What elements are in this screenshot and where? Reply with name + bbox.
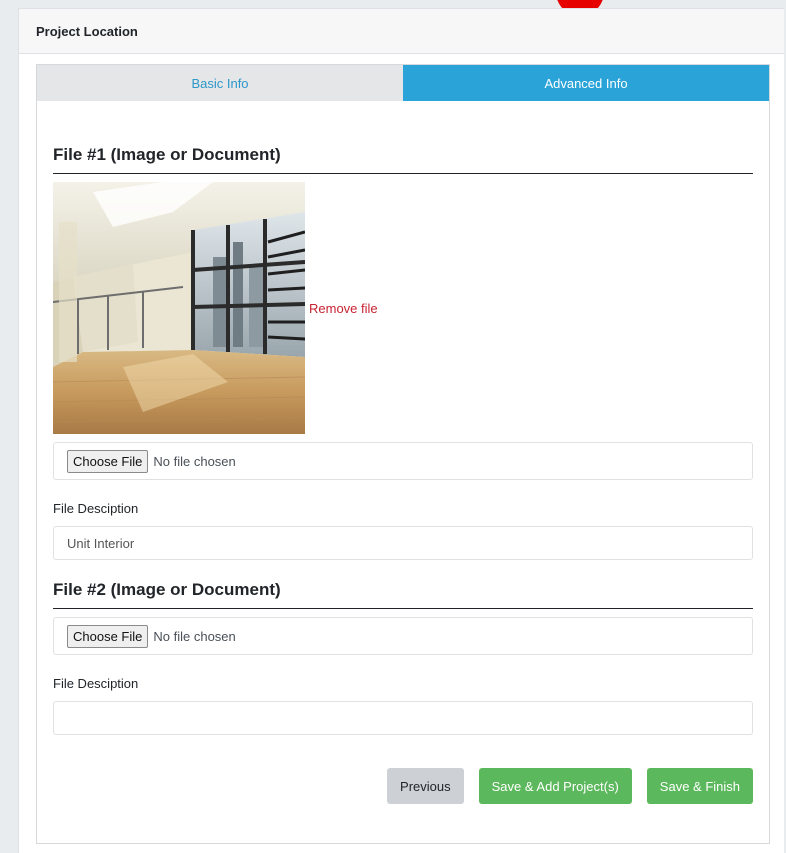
file-1-heading: File #1 (Image or Document) bbox=[53, 145, 753, 174]
file-1-description-label: File Desciption bbox=[53, 501, 139, 516]
tab-advanced-info[interactable]: Advanced Info bbox=[403, 65, 769, 101]
project-location-panel: Project Location Basic Info Advanced Inf… bbox=[18, 8, 784, 853]
save-finish-button[interactable]: Save & Finish bbox=[646, 768, 753, 804]
file-2-file-input[interactable]: Choose File No file chosen bbox=[53, 617, 753, 655]
file-1-choose-file-button[interactable]: Choose File bbox=[67, 449, 149, 473]
file-2-status-text: No file chosen bbox=[153, 628, 236, 644]
file-1-preview-row: Remove file bbox=[53, 182, 753, 434]
file-2-description-label: File Desciption bbox=[53, 676, 139, 691]
wizard-card: Basic Info Advanced Info File #1 (Image … bbox=[36, 64, 770, 844]
previous-button[interactable]: Previous bbox=[387, 768, 464, 804]
wizard-actions: Previous Save & Add Project(s) Save & Fi… bbox=[387, 768, 753, 804]
tab-basic-info[interactable]: Basic Info bbox=[37, 65, 403, 101]
file-2-description-input[interactable] bbox=[53, 701, 753, 735]
wizard-tabs: Basic Info Advanced Info bbox=[37, 65, 769, 101]
remove-file-link[interactable]: Remove file bbox=[309, 301, 378, 316]
file-2-choose-file-button[interactable]: Choose File bbox=[67, 624, 149, 648]
save-add-project-button[interactable]: Save & Add Project(s) bbox=[478, 768, 632, 804]
file-1-status-text: No file chosen bbox=[153, 453, 236, 469]
file-2-heading: File #2 (Image or Document) bbox=[53, 580, 753, 609]
files-form: File #1 (Image or Document) Remove file … bbox=[53, 101, 753, 735]
file-1-file-input[interactable]: Choose File No file chosen bbox=[53, 442, 753, 480]
file-1-description-input[interactable]: Unit Interior bbox=[53, 526, 753, 560]
panel-title: Project Location bbox=[19, 9, 784, 54]
file-1-image-preview bbox=[53, 182, 305, 434]
